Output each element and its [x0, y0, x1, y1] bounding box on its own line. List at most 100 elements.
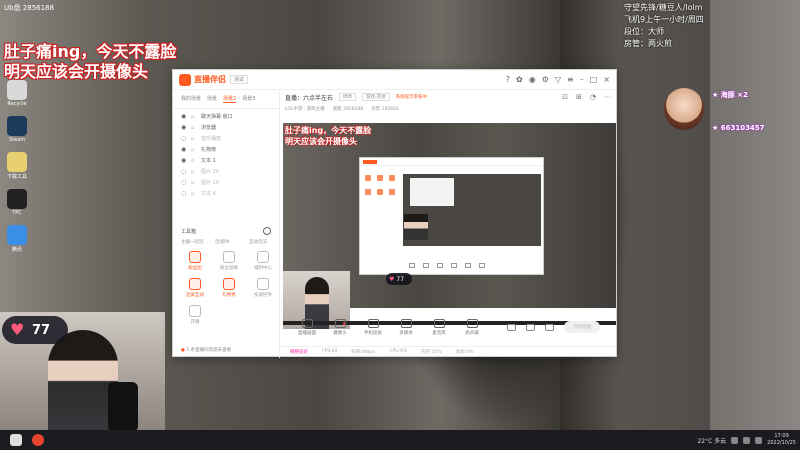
- source-row[interactable]: ◌ ▫ 文本 4: [181, 188, 271, 199]
- lock-icon[interactable]: ▫: [191, 169, 197, 175]
- toolbox-item[interactable]: 开播: [181, 305, 209, 325]
- maximize-icon[interactable]: □: [590, 75, 598, 84]
- desktop-icon[interactable]: Recycle: [2, 80, 32, 107]
- toolbox-item[interactable]: 投屏控件: [249, 278, 277, 298]
- desktop-icon[interactable]: Steam: [2, 116, 32, 143]
- settings-icon[interactable]: ⚙: [542, 75, 549, 84]
- gift-icon[interactable]: ✿: [516, 75, 523, 84]
- control-label: 直播画面: [298, 330, 316, 336]
- eye-icon[interactable]: ◌: [181, 135, 187, 142]
- start-live-button[interactable]: 开始直播: [564, 321, 600, 333]
- lock-icon[interactable]: ▫: [191, 180, 197, 186]
- eye-icon[interactable]: ◌: [181, 168, 187, 175]
- weather-text[interactable]: 22°C 多云: [697, 436, 726, 445]
- help-icon[interactable]: ?: [506, 75, 510, 84]
- control-button[interactable]: 摄像头: [329, 318, 351, 336]
- control-icon: [433, 318, 445, 328]
- app-taskbar-icon[interactable]: [32, 434, 44, 446]
- scene-tab[interactable]: 我的场景: [181, 95, 201, 103]
- desktop-icon-label: 下载工具: [6, 174, 27, 180]
- toolbox-top-label[interactable]: 连线PK: [215, 239, 243, 245]
- lock-icon[interactable]: ▫: [191, 158, 197, 164]
- logo-icon: [179, 73, 191, 86]
- nested-tools: [362, 172, 400, 200]
- eye-icon[interactable]: ◉: [181, 124, 187, 131]
- lock-icon[interactable]: ▫: [191, 191, 197, 197]
- toolbox-top-label[interactable]: 主播一起玩: [181, 239, 209, 245]
- message-tip[interactable]: ● 5 条直播间消息未查看: [181, 347, 231, 353]
- tray-icon-network[interactable]: [731, 436, 739, 444]
- source-row[interactable]: ◌ ▫ 图片 19: [181, 177, 271, 188]
- stream-overlay-text-2: 明天应该会开摄像头: [4, 62, 149, 81]
- title-row-icons: ⊡ ⊞ ◔ ⋯: [562, 93, 611, 101]
- start-icon[interactable]: [10, 434, 22, 446]
- lock-icon[interactable]: ▫: [191, 147, 197, 153]
- control-button[interactable]: 扬声器: [461, 318, 483, 336]
- eye-icon[interactable]: ◌: [181, 190, 187, 197]
- tool-icon: [189, 305, 201, 317]
- source-row[interactable]: ◉ ▫ 浏览器: [181, 122, 271, 133]
- desktop-icon[interactable]: 下载工具: [2, 152, 32, 180]
- desktop-icon[interactable]: 腾讯: [2, 225, 32, 253]
- toolbox-more-icon[interactable]: [263, 227, 271, 235]
- more-icon[interactable]: ⋯: [604, 93, 611, 101]
- version-badge[interactable]: 测试: [230, 75, 249, 84]
- control-button[interactable]: 手机投屏: [362, 318, 384, 336]
- tool-label: 粉丝团: [188, 266, 202, 271]
- settings-small-icon[interactable]: [526, 323, 535, 331]
- control-label: 多媒体: [399, 330, 413, 336]
- source-row[interactable]: ◉ ▫ 礼物榜: [181, 144, 271, 155]
- tray-icon-volume[interactable]: [743, 436, 751, 444]
- preview-likes-badge: ♥ 77: [386, 273, 412, 285]
- scene-tab[interactable]: 场景2: [223, 95, 237, 103]
- tool-icon: [189, 278, 201, 290]
- gear-icon[interactable]: [545, 323, 554, 331]
- source-row[interactable]: ◌ ▫ 图片 20: [181, 166, 271, 177]
- stream-title-row: 直播：六点半左右 修改 游戏-其他 系统提示审核中 ⊡ ⊞ ◔ ⋯: [280, 90, 616, 104]
- sub-info-item: 点赞 142664: [371, 107, 399, 112]
- toolbox-item[interactable]: 粉丝团: [181, 251, 209, 271]
- eye-icon[interactable]: ◉: [181, 146, 187, 153]
- source-row[interactable]: ◉ ▫ 聊天弹幕·窗口: [181, 111, 271, 122]
- live-companion-window[interactable]: 直播伴侣 测试 ? ✿ ◉ ⚙ ▽ ≡ – □ × 我的场景 场景 场景2 场景3 ◉…: [172, 69, 617, 358]
- toolbox-item[interactable]: 连屏互动: [181, 278, 209, 298]
- desktop-app-icon: [7, 80, 27, 100]
- notification-icon[interactable]: ◔: [590, 93, 596, 101]
- eye-icon[interactable]: ◌: [181, 179, 187, 186]
- minimize-icon[interactable]: –: [580, 75, 584, 84]
- control-button[interactable]: 麦克风: [428, 318, 450, 336]
- scene-tab[interactable]: 场景: [207, 95, 217, 103]
- record-icon[interactable]: [507, 323, 516, 331]
- close-icon[interactable]: ×: [603, 75, 610, 84]
- nested-window-preview: [359, 157, 544, 275]
- share-icon[interactable]: ⊞: [576, 93, 582, 101]
- toolbox-item[interactable]: 礼物秀: [215, 278, 243, 298]
- tool-icon: [223, 278, 235, 290]
- lock-icon[interactable]: ▫: [191, 125, 197, 131]
- toolbox-item[interactable]: 福利中心: [249, 251, 277, 271]
- toolbox-item[interactable]: 粉丝勋章: [215, 251, 243, 271]
- category-select[interactable]: 游戏-其他: [362, 93, 390, 101]
- user-icon[interactable]: ◉: [529, 75, 536, 84]
- window-titlebar[interactable]: 直播伴侣 测试 ? ✿ ◉ ⚙ ▽ ≡ – □ ×: [173, 70, 616, 90]
- filter-icon[interactable]: ▽: [555, 75, 561, 84]
- eye-icon[interactable]: ◉: [181, 113, 187, 120]
- control-button[interactable]: 直播画面: [296, 318, 318, 336]
- source-label: 文本 4: [201, 191, 216, 197]
- clock[interactable]: 17:09 2022/10/25: [767, 433, 796, 447]
- source-row[interactable]: ◉ ▫ 文本 1: [181, 155, 271, 166]
- heart-icon: ♥: [10, 320, 25, 339]
- eye-icon[interactable]: ◉: [181, 157, 187, 164]
- tray-icon-input[interactable]: [755, 436, 763, 444]
- control-button[interactable]: 多媒体: [395, 318, 417, 336]
- desktop-icon[interactable]: TPC: [2, 189, 32, 216]
- lock-icon[interactable]: ▫: [191, 114, 197, 120]
- lock-icon[interactable]: ⊡: [562, 93, 568, 101]
- source-label: 聊天弹幕·窗口: [201, 114, 233, 120]
- menu-icon[interactable]: ≡: [567, 75, 574, 84]
- edit-title-button[interactable]: 修改: [339, 93, 357, 101]
- toolbox-top-label[interactable]: 互动玩法: [249, 239, 277, 245]
- lock-icon[interactable]: ▫: [191, 136, 197, 142]
- source-row[interactable]: ◌ ▫ 音乐播放: [181, 133, 271, 144]
- scene-tab[interactable]: 场景3: [242, 95, 255, 103]
